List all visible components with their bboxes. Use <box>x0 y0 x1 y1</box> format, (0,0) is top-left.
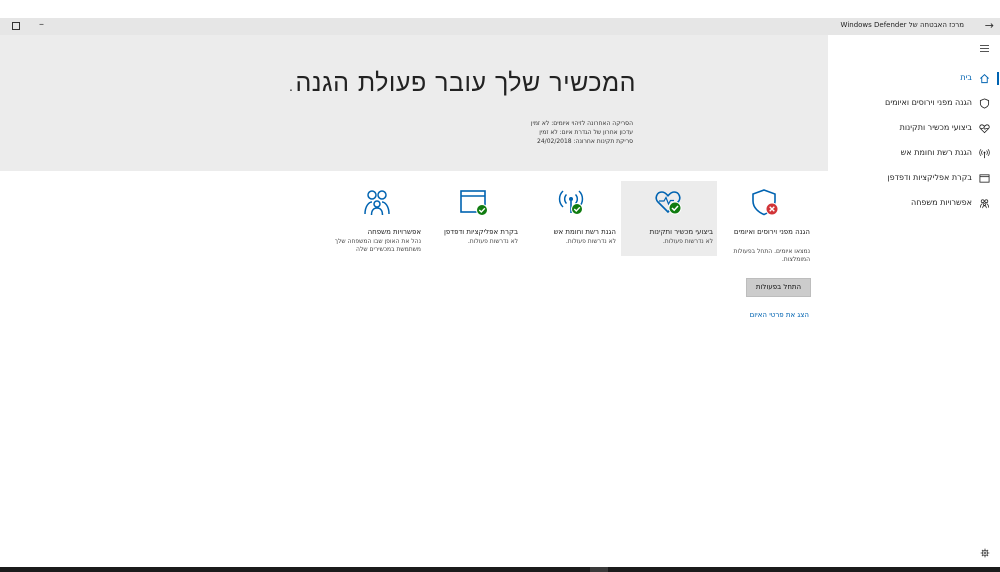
tile-virus-protection[interactable]: הגנה מפני וירוסים ואיומים נמצאו איומים. … <box>718 181 814 263</box>
tile-status: לא נדרשות פעולות. <box>565 238 616 245</box>
minimize-button[interactable]: – <box>39 19 44 30</box>
active-indicator <box>997 72 999 85</box>
gear-icon[interactable] <box>980 548 990 558</box>
top-strip <box>0 0 1000 18</box>
page-title: המכשיר שלך עובר פעולת הגנה. <box>287 68 636 97</box>
wireless-check-icon <box>558 190 584 215</box>
tile-status: לא נדרשות פעולות. <box>467 238 518 245</box>
family-icon <box>980 199 989 209</box>
home-icon <box>980 74 989 84</box>
tile-title: הגנת רשת וחומת אש <box>553 228 616 236</box>
sidebar-item-label: הגנה מפני וירוסים ואיומים <box>885 98 972 107</box>
tile-firewall[interactable]: הגנת רשת וחומת אש לא נדרשות פעולות. <box>524 181 620 256</box>
sidebar-item-label: בקרת אפליקציות ודפדפן <box>887 173 972 182</box>
tile-device-health[interactable]: ביצועי מכשיר ותקינות לא נדרשות פעולות. <box>621 181 717 256</box>
sidebar-item-label: ביצועי מכשיר ותקינות <box>899 123 972 132</box>
last-definition-update: עדכון אחרון של הגדרת איום: לא זמין <box>539 129 633 136</box>
hamburger-menu-icon[interactable] <box>980 43 989 54</box>
tile-status: נמצאו איומים. התחל בפעולות המומלצות. <box>733 248 811 263</box>
tile-title: הגנה מפני וירוסים ואיומים <box>733 228 810 236</box>
scan-info: הסריקה האחרונה לזיהוי איומים: לא זמין עד… <box>531 119 633 146</box>
taskbar-segment <box>590 567 608 572</box>
tile-app-browser[interactable]: בקרת אפליקציות ודפדפן לא נדרשות פעולות. <box>426 181 522 256</box>
restore-button[interactable] <box>12 22 20 30</box>
status-hero: המכשיר שלך עובר פעולת הגנה. הסריקה האחרו… <box>0 35 828 171</box>
tile-title: בקרת אפליקציות ודפדפן <box>443 228 518 236</box>
sidebar-item-virus-protection[interactable]: הגנה מפני וירוסים ואיומים <box>828 94 1000 114</box>
sidebar-item-app-browser[interactable]: בקרת אפליקציות ודפדפן <box>828 169 1000 189</box>
tile-status: נהל את האופן שבו המשפחה שלך משתמשת במכשי… <box>334 238 421 253</box>
shield-error-icon <box>752 189 779 216</box>
sidebar-item-home[interactable]: בית <box>828 69 1000 89</box>
view-threat-details-link[interactable]: הצג את פרטי האיום <box>750 311 809 319</box>
sidebar-item-label: אפשרויות משפחה <box>910 198 972 207</box>
tile-title: אפשרויות משפחה <box>367 228 421 236</box>
window-title: מרכז האבטחה של Windows Defender <box>840 21 964 29</box>
title-bar: → מרכז האבטחה של Windows Defender – <box>0 18 1000 35</box>
last-health-scan: סריקת תקינות אחרונה: 24/02/2018 <box>537 138 633 145</box>
tile-title: ביצועי מכשיר ותקינות <box>649 228 713 236</box>
start-actions-button[interactable]: התחל בפעולות <box>746 278 811 297</box>
sidebar-item-device-health[interactable]: ביצועי מכשיר ותקינות <box>828 119 1000 139</box>
browser-window-icon <box>979 174 990 183</box>
tile-status: לא נדרשות פעולות. <box>662 238 713 245</box>
sidebar-item-label: בית <box>960 73 972 82</box>
shield-icon <box>979 98 990 109</box>
heart-check-icon <box>655 191 682 215</box>
browser-window-check-icon <box>460 190 488 216</box>
sidebar: בית הגנה מפני וירוסים ואיומים ביצועי מכש… <box>828 35 1000 572</box>
family-icon <box>364 190 390 216</box>
tile-family[interactable]: אפשרויות משפחה נהל את האופן שבו המשפחה ש… <box>329 181 425 256</box>
back-arrow-icon[interactable]: → <box>985 19 994 32</box>
last-threat-scan: הסריקה האחרונה לזיהוי איומים: לא זמין <box>530 120 633 127</box>
sidebar-item-family[interactable]: אפשרויות משפחה <box>828 194 1000 214</box>
heart-icon <box>979 124 990 134</box>
sidebar-item-firewall[interactable]: הגנת רשת וחומת אש <box>828 144 1000 164</box>
taskbar-edge <box>0 567 1000 572</box>
wireless-icon <box>979 149 990 159</box>
sidebar-item-label: הגנת רשת וחומת אש <box>900 148 972 157</box>
